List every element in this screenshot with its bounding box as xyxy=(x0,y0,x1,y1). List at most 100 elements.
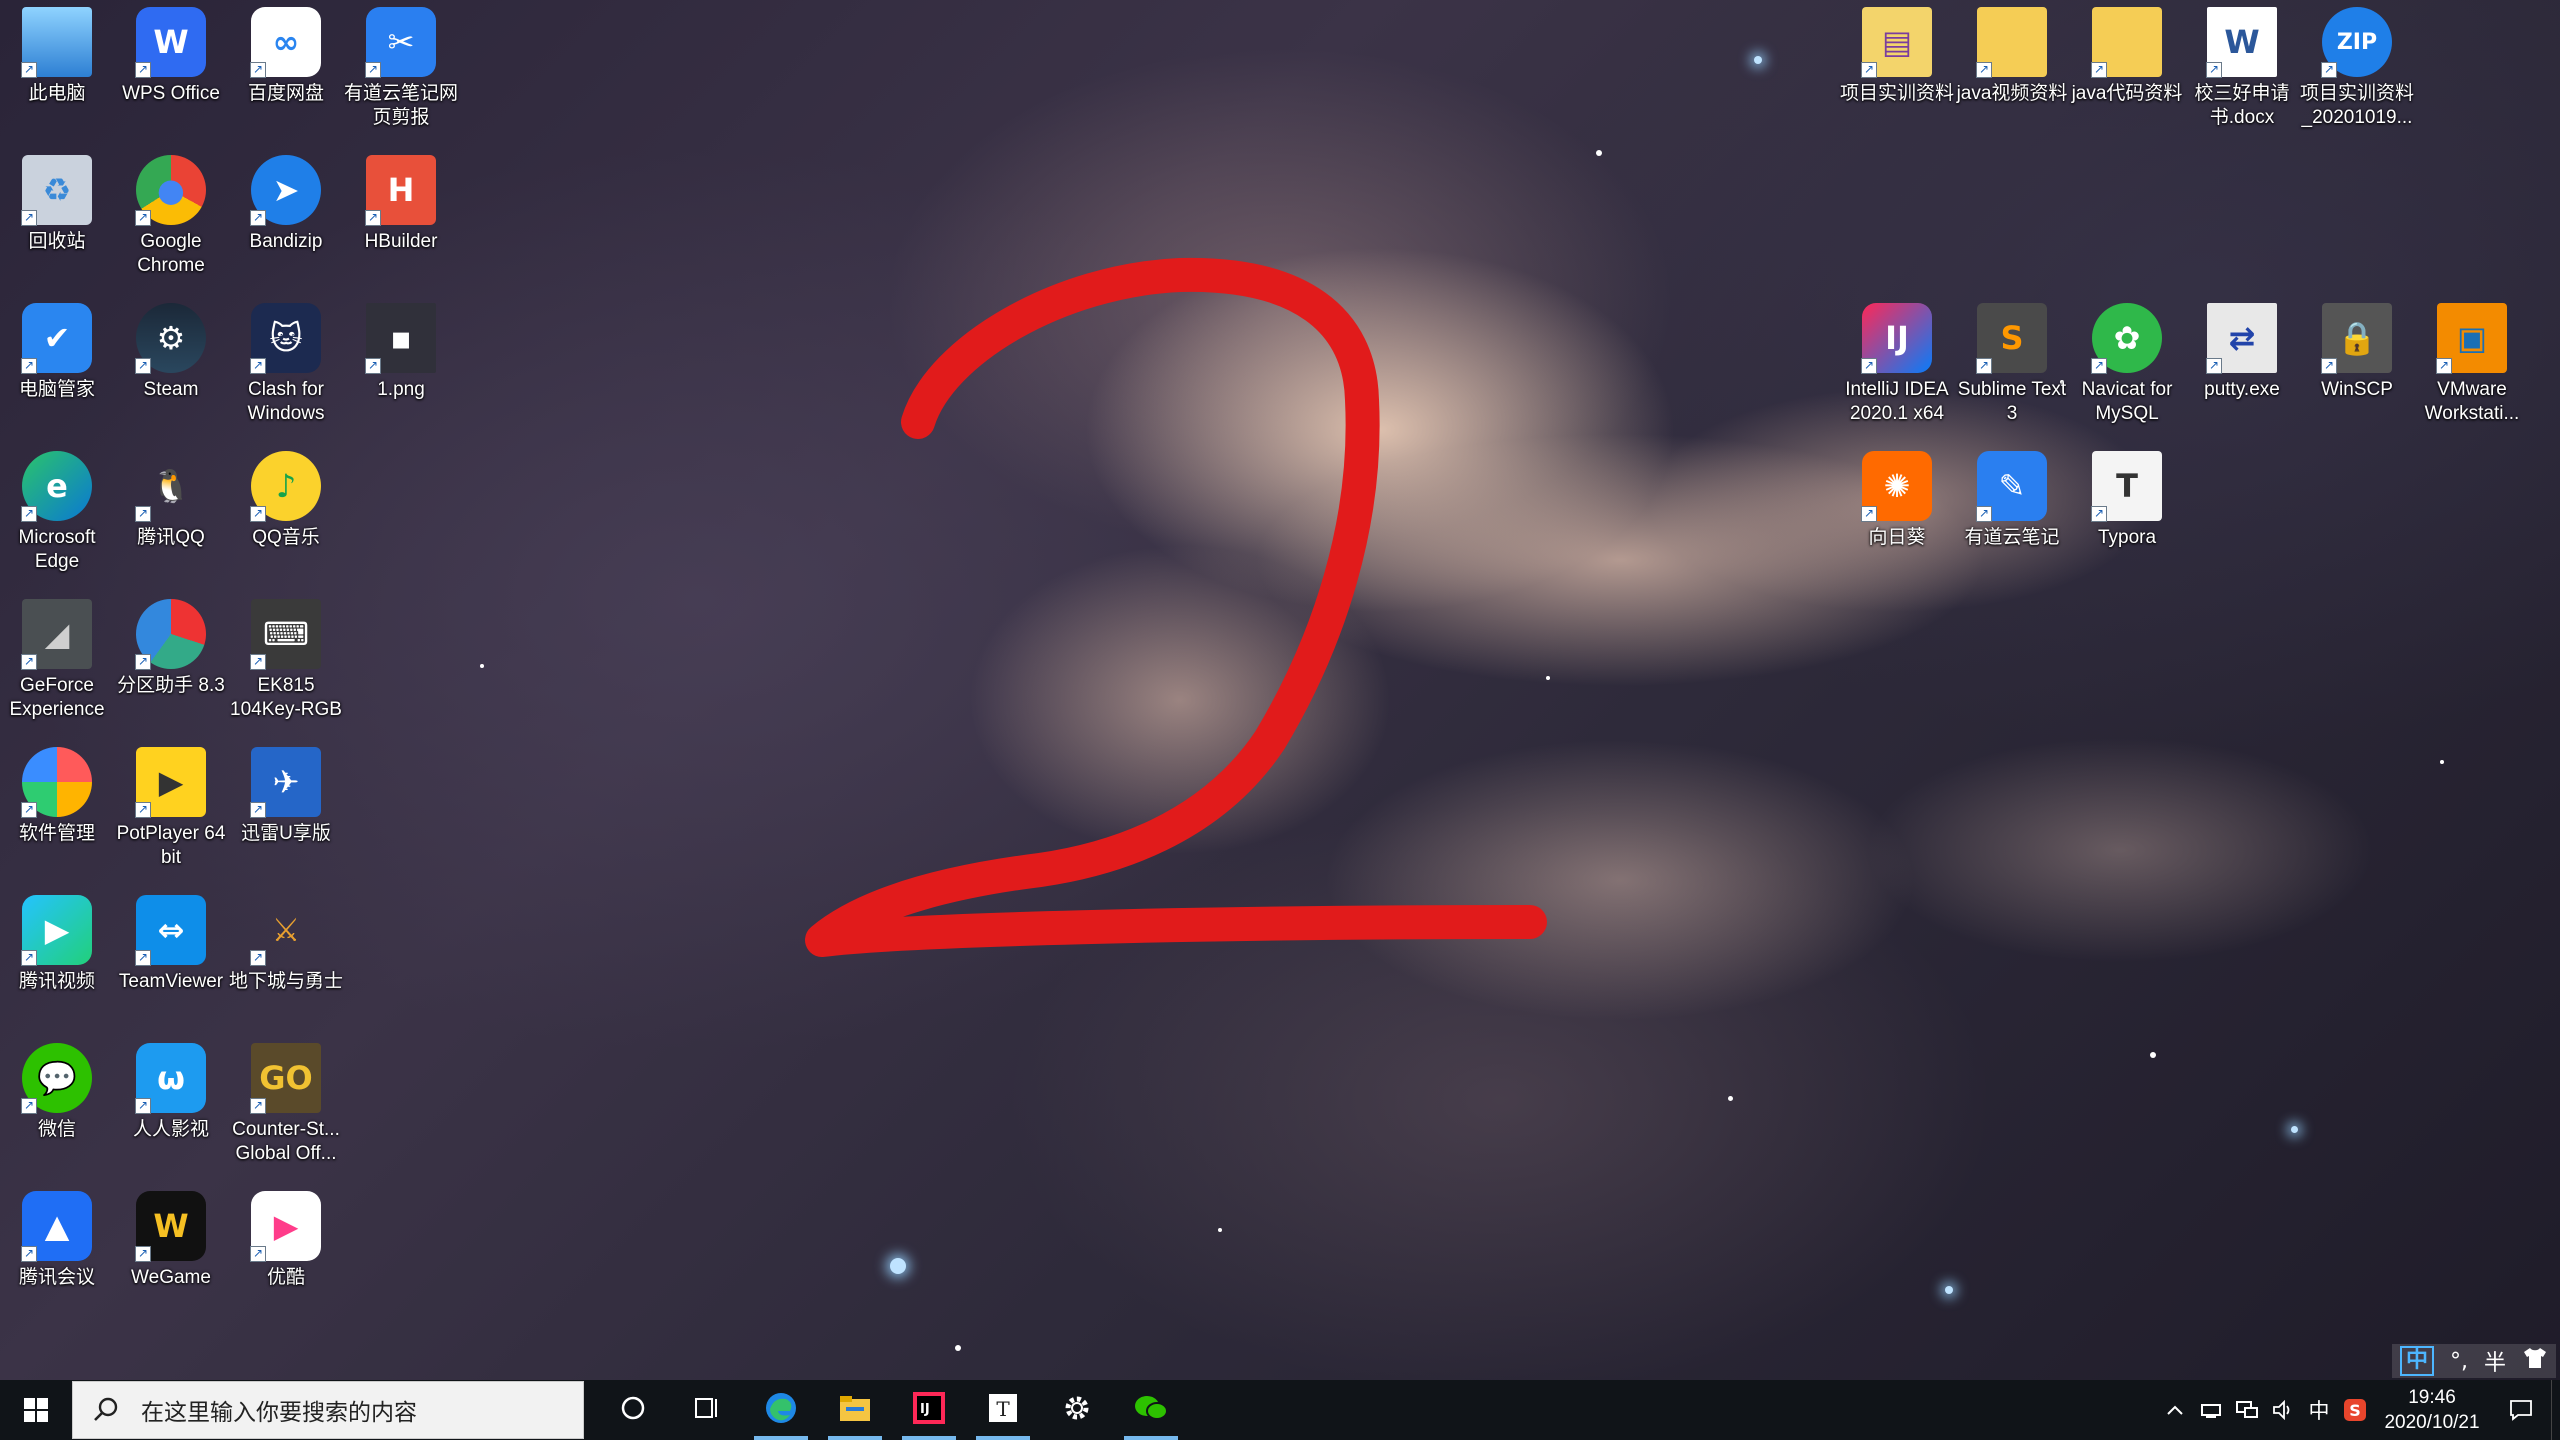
star xyxy=(1546,676,1550,680)
desktop-icon[interactable]: ➤ ↗ Bandizip xyxy=(229,154,343,254)
desktop-icon[interactable]: ✿ ↗ Navicat for MySQL xyxy=(2070,302,2184,426)
desktop-icon[interactable]: ⌨ ↗ EK815 104Key-RGB xyxy=(229,598,343,722)
taskbar-button-task-view[interactable] xyxy=(670,1380,744,1440)
desktop-icon[interactable]: ↗ 分区助手 8.3 xyxy=(114,598,228,698)
desktop-icon[interactable]: IJ ↗ IntelliJ IDEA 2020.1 x64 xyxy=(1840,302,1954,426)
desktop-icon[interactable]: ▶ ↗ 腾讯视频 xyxy=(0,894,114,994)
volume-icon[interactable] xyxy=(2265,1380,2301,1440)
desktop-icon[interactable]: ✈ ↗ 迅雷U享版 xyxy=(229,746,343,846)
star xyxy=(1945,1286,1953,1294)
ime-toolbar[interactable]: 中 °, 半 xyxy=(2392,1344,2556,1378)
taskbar-button-intellij[interactable]: IJ xyxy=(892,1380,966,1440)
star xyxy=(1754,56,1762,64)
svg-text:T: T xyxy=(996,1397,1010,1421)
desktop-icon[interactable]: 🐱 ↗ Clash for Windows xyxy=(229,302,343,426)
desktop-icon[interactable]: ZIP ↗ 项目实训资料_20201019... xyxy=(2300,6,2414,130)
shortcut-arrow-icon: ↗ xyxy=(2206,358,2222,374)
desktop-icon[interactable]: ⚙ ↗ Steam xyxy=(114,302,228,402)
desktop-icon[interactable]: ↗ 此电脑 xyxy=(0,6,114,106)
notification-center-icon[interactable] xyxy=(2491,1380,2551,1440)
desktop-icon[interactable]: ∞ ↗ 百度网盘 xyxy=(229,6,343,106)
taskbar-button-wechat[interactable] xyxy=(1114,1380,1188,1440)
desktop-icon[interactable]: ✺ ↗ 向日葵 xyxy=(1840,450,1954,550)
desktop-icon-label: 腾讯会议 xyxy=(18,1267,95,1288)
desktop-icon[interactable]: W ↗ WeGame xyxy=(114,1190,228,1290)
shortcut-arrow-icon: ↗ xyxy=(250,1098,266,1114)
desktop-icon-label: 地下城与勇士 xyxy=(228,971,343,992)
desktop-icon[interactable]: ● ↗ Google Chrome xyxy=(114,154,228,278)
search-placeholder: 在这里输入你要搜索的内容 xyxy=(141,1399,417,1425)
desktop[interactable]: 2 ↗此电脑W↗WPS Office∞↗百度网盘✂↗有道云笔记网页剪报♻↗回收站… xyxy=(0,0,2560,1380)
sogou-ime-icon[interactable]: S xyxy=(2337,1380,2373,1440)
star xyxy=(2150,1052,2156,1058)
desktop-icon-label: 校三好申请书.docx xyxy=(2194,83,2290,128)
taskbar-button-settings[interactable] xyxy=(1040,1380,1114,1440)
show-desktop-button[interactable] xyxy=(2551,1380,2560,1440)
shirt-icon[interactable] xyxy=(2522,1346,2548,1376)
desktop-icon[interactable]: ↗ java代码资料 xyxy=(2070,6,2184,106)
shortcut-arrow-icon: ↗ xyxy=(21,654,37,670)
desktop-icon[interactable]: ▶ ↗ 优酷 xyxy=(229,1190,343,1290)
star xyxy=(480,664,484,668)
desktop-icon-label: 人人影视 xyxy=(132,1119,209,1140)
desktop-icon[interactable]: GO ↗ Counter-St... Global Off... xyxy=(229,1042,343,1166)
shortcut-arrow-icon: ↗ xyxy=(135,506,151,522)
desktop-icon[interactable]: ▤ ↗ 项目实训资料 xyxy=(1840,6,1954,106)
desktop-icon-label: TeamViewer xyxy=(118,971,224,992)
desktop-icon[interactable]: ▪ ↗ 1.png xyxy=(344,302,458,402)
desktop-icon[interactable]: W ↗ WPS Office xyxy=(114,6,228,106)
ime-mode[interactable]: 中 xyxy=(2399,1346,2434,1376)
shortcut-arrow-icon: ↗ xyxy=(1861,358,1877,374)
desktop-icon[interactable]: 🔒 ↗ WinSCP xyxy=(2300,302,2414,402)
desktop-icon[interactable]: ⇔ ↗ TeamViewer xyxy=(114,894,228,994)
taskbar-search-box[interactable]: 在这里输入你要搜索的内容 xyxy=(72,1381,584,1439)
desktop-icon[interactable]: ♪ ↗ QQ音乐 xyxy=(229,450,343,550)
start-button[interactable] xyxy=(0,1380,72,1440)
taskbar-button-typora[interactable]: T xyxy=(966,1380,1040,1440)
taskbar-button-file-explorer[interactable] xyxy=(818,1380,892,1440)
shortcut-arrow-icon: ↗ xyxy=(365,62,381,78)
ime-punct[interactable]: °, xyxy=(2450,1349,2468,1374)
desktop-icon[interactable]: ↗ java视频资料 xyxy=(1955,6,2069,106)
desktop-icon-label: PotPlayer 64 bit xyxy=(116,823,226,868)
windows-logo-icon xyxy=(24,1398,48,1422)
desktop-icon[interactable]: ✂ ↗ 有道云笔记网页剪报 xyxy=(344,6,458,130)
network-icon[interactable] xyxy=(2229,1380,2265,1440)
desktop-icon[interactable]: ♻ ↗ 回收站 xyxy=(0,154,114,254)
desktop-icon[interactable]: ✎ ↗ 有道云笔记 xyxy=(1955,450,2069,550)
desktop-icon[interactable]: 💬 ↗ 微信 xyxy=(0,1042,114,1142)
ime-width[interactable]: 半 xyxy=(2484,1345,2506,1377)
shortcut-arrow-icon: ↗ xyxy=(135,210,151,226)
desktop-icon-label: Navicat for MySQL xyxy=(2081,379,2173,424)
desktop-icon[interactable]: ◢ ↗ GeForce Experience xyxy=(0,598,114,722)
usb-device-icon[interactable] xyxy=(2193,1380,2229,1440)
desktop-icon[interactable]: T ↗ Typora xyxy=(2070,450,2184,550)
chevron-up-icon[interactable] xyxy=(2157,1380,2193,1440)
desktop-icon[interactable]: ✔ ↗ 电脑管家 xyxy=(0,302,114,402)
shortcut-arrow-icon: ↗ xyxy=(2091,62,2107,78)
desktop-icon[interactable]: 🐧 ↗ 腾讯QQ xyxy=(114,450,228,550)
desktop-icon[interactable]: W ↗ 校三好申请书.docx xyxy=(2185,6,2299,130)
shortcut-arrow-icon: ↗ xyxy=(1976,506,1992,522)
desktop-icon[interactable]: e ↗ Microsoft Edge xyxy=(0,450,114,574)
desktop-icon[interactable]: ▲ ↗ 腾讯会议 xyxy=(0,1190,114,1290)
desktop-icon-label: Typora xyxy=(2097,527,2157,548)
svg-text:IJ: IJ xyxy=(920,1402,930,1417)
desktop-icon[interactable]: ▶ ↗ PotPlayer 64 bit xyxy=(114,746,228,870)
desktop-icon[interactable]: H ↗ HBuilder xyxy=(344,154,458,254)
taskbar-button-edge[interactable] xyxy=(744,1380,818,1440)
shortcut-arrow-icon: ↗ xyxy=(250,950,266,966)
shortcut-arrow-icon: ↗ xyxy=(250,210,266,226)
shortcut-arrow-icon: ↗ xyxy=(250,62,266,78)
star xyxy=(1218,1228,1222,1232)
desktop-icon[interactable]: S ↗ Sublime Text 3 xyxy=(1955,302,2069,426)
shortcut-arrow-icon: ↗ xyxy=(21,1098,37,1114)
ime-indicator[interactable]: 中 xyxy=(2301,1380,2337,1440)
clock[interactable]: 19:46 2020/10/21 xyxy=(2373,1385,2491,1435)
desktop-icon[interactable]: ω ↗ 人人影视 xyxy=(114,1042,228,1142)
desktop-icon[interactable]: ▣ ↗ VMware Workstati... xyxy=(2415,302,2529,426)
taskbar-button-cortana[interactable] xyxy=(596,1380,670,1440)
desktop-icon[interactable]: ↗ 软件管理 xyxy=(0,746,114,846)
desktop-icon[interactable]: ⚔ ↗ 地下城与勇士 xyxy=(229,894,343,994)
desktop-icon[interactable]: ⇄ ↗ putty.exe xyxy=(2185,302,2299,402)
